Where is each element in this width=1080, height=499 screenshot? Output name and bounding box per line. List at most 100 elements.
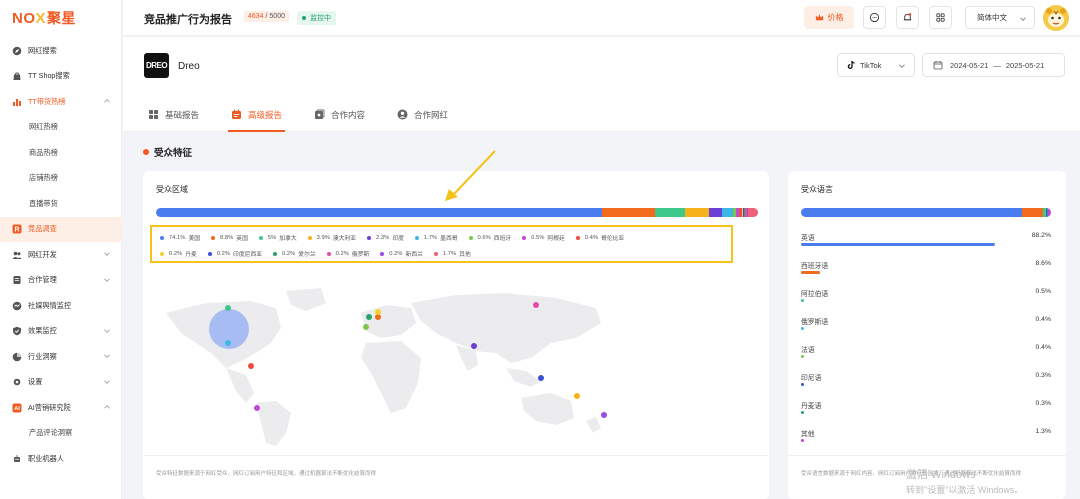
map-bubble-ireland[interactable]	[366, 314, 372, 320]
language-percent: 0.3%	[1036, 400, 1052, 407]
sidebar-item[interactable]: 效果监控	[0, 319, 122, 345]
price-button[interactable]: 价格	[804, 6, 854, 29]
date-end: 2025-05-21	[1006, 61, 1044, 70]
region-footnote: 受众特征数据来源于网红受众、网红订阅用户特征和区域，通过机器算法不断优化结算而得	[156, 469, 376, 477]
map-bubble-spain[interactable]	[363, 324, 369, 330]
language-select[interactable]: 简体中文	[965, 6, 1035, 29]
legend-item[interactable]: 0.2%爱尔兰	[273, 249, 316, 258]
map-bubble-india[interactable]	[471, 343, 477, 349]
language-percent: 8.6%	[1036, 260, 1052, 267]
sidebar-item[interactable]: 直播带货	[0, 191, 122, 217]
sidebar-item[interactable]: 社媒舆情监控	[0, 293, 122, 319]
nox-logo[interactable]: NOX聚星	[12, 8, 76, 28]
legend-item[interactable]: 0.2%丹麦	[160, 249, 197, 258]
sidebar-item[interactable]: 设置	[0, 370, 122, 396]
calendar-icon	[933, 60, 943, 70]
sidebar-item-label: 行业洞察	[28, 352, 57, 362]
sidebar-item[interactable]: 网红开发	[0, 242, 122, 268]
tab-advanced-report[interactable]: 高级报告	[231, 97, 282, 132]
map-bubble-colombia[interactable]	[248, 363, 254, 369]
legend-item[interactable]: 74.1%美国	[160, 233, 200, 242]
legend-item[interactable]: 8.8%英国	[211, 233, 248, 242]
chat-button[interactable]	[863, 6, 886, 29]
annotation-arrow-icon	[433, 149, 503, 204]
region-bar-segment[interactable]	[748, 208, 758, 217]
platform-value: TikTok	[860, 61, 881, 70]
language-bar-segment[interactable]	[1048, 208, 1051, 217]
map-bubble-indonesia[interactable]	[538, 375, 544, 381]
legend-dot	[380, 252, 384, 256]
legend-country: 阿根廷	[547, 233, 564, 242]
notification-button[interactable]	[896, 6, 919, 29]
legend-item[interactable]: 0.2%印度尼西亚	[208, 249, 262, 258]
language-stacked-bar[interactable]	[801, 208, 1051, 217]
legend-country: 丹麦	[185, 249, 197, 258]
bell-icon	[902, 12, 913, 23]
region-stacked-bar[interactable]	[156, 208, 758, 217]
apps-button[interactable]	[929, 6, 952, 29]
tab-cooperation-content[interactable]: 合作内容	[314, 97, 365, 132]
legend-item[interactable]: 0.2%俄罗斯	[327, 249, 370, 258]
legend-percent: 1.7%	[424, 235, 437, 241]
legend-item[interactable]: 0.6%西班牙	[469, 233, 512, 242]
sidebar-item[interactable]: 商品热榜	[0, 140, 122, 166]
language-bar-segment[interactable]	[1022, 208, 1044, 217]
region-bar-segment[interactable]	[685, 208, 708, 217]
region-legend: 74.1%美国 8.8%英国 5%加拿大 3.9%澳大利亚 2.3%印度 1.7%墨西哥 0…	[150, 225, 733, 263]
user-avatar[interactable]	[1043, 5, 1069, 31]
quota-used: 4634	[248, 13, 264, 20]
legend-dot	[259, 236, 263, 240]
sidebar-item[interactable]: R竞品调查	[0, 217, 122, 243]
tab-cooperation-influencers[interactable]: 合作网红	[397, 97, 448, 132]
legend-percent: 0.2%	[389, 251, 402, 257]
region-bar-segment[interactable]	[722, 208, 732, 217]
legend-item[interactable]: 0.4%哥伦比亚	[576, 233, 624, 242]
language-progress-bar	[801, 383, 804, 386]
region-bar-segment[interactable]	[655, 208, 685, 217]
pie-icon	[12, 352, 22, 362]
platform-select[interactable]: TikTok	[837, 53, 915, 77]
legend-item[interactable]: 2.3%印度	[367, 233, 404, 242]
sidebar-item[interactable]: TT Shop搜索	[0, 64, 122, 90]
sidebar-item[interactable]: 行业洞察	[0, 344, 122, 370]
shop-icon	[12, 71, 22, 81]
language-percent: 1.3%	[1036, 428, 1052, 435]
tab-basic-report[interactable]: 基础报告	[148, 97, 199, 132]
legend-item[interactable]: 0.5%阿根廷	[522, 233, 565, 242]
sidebar-item[interactable]: 产品评论洞察	[0, 421, 122, 447]
legend-item[interactable]: 1.7%墨西哥	[415, 233, 458, 242]
region-bar-segment[interactable]	[602, 208, 655, 217]
logo-letter-o: O	[23, 10, 35, 27]
legend-percent: 0.5%	[531, 235, 544, 241]
legend-percent: 0.4%	[585, 235, 598, 241]
map-bubble-russia[interactable]	[533, 302, 539, 308]
map-bubble-argentina[interactable]	[254, 405, 260, 411]
card-divider	[143, 455, 769, 456]
legend-item[interactable]: 1.7%其他	[434, 249, 471, 258]
sidebar-item[interactable]: 合作管理	[0, 268, 122, 294]
sidebar-item[interactable]: TT带货热榜	[0, 89, 122, 115]
legend-item[interactable]: 3.9%澳大利亚	[308, 233, 356, 242]
sidebar-item[interactable]: AIAI营销研究院	[0, 395, 122, 421]
region-bar-segment[interactable]	[709, 208, 723, 217]
legend-item[interactable]: 0.2%新西兰	[380, 249, 423, 258]
sidebar-item[interactable]: 职业机器人	[0, 446, 122, 472]
map-bubble-mexico[interactable]	[225, 340, 231, 346]
map-bubble-new-zealand[interactable]	[601, 412, 607, 418]
language-bar-segment[interactable]	[801, 208, 1022, 217]
sidebar-item[interactable]: 网红热榜	[0, 115, 122, 141]
sidebar-item[interactable]: 店铺热榜	[0, 166, 122, 192]
map-bubble-australia[interactable]	[574, 393, 580, 399]
section-dot	[143, 149, 149, 155]
map-bubble-canada[interactable]	[225, 305, 231, 311]
legend-dot	[367, 236, 371, 240]
tab-label: 高级报告	[248, 109, 282, 121]
region-bar-segment[interactable]	[156, 208, 602, 217]
date-separator: —	[993, 61, 1001, 70]
sidebar-item[interactable]: 网红搜索	[0, 38, 122, 64]
world-map[interactable]	[156, 283, 616, 448]
sidebar-item-label: 合作管理	[28, 275, 57, 285]
map-bubble-denmark[interactable]	[375, 309, 381, 315]
legend-item[interactable]: 5%加拿大	[259, 233, 297, 242]
date-range-picker[interactable]: 2024-05-21 — 2025-05-21	[922, 53, 1065, 77]
